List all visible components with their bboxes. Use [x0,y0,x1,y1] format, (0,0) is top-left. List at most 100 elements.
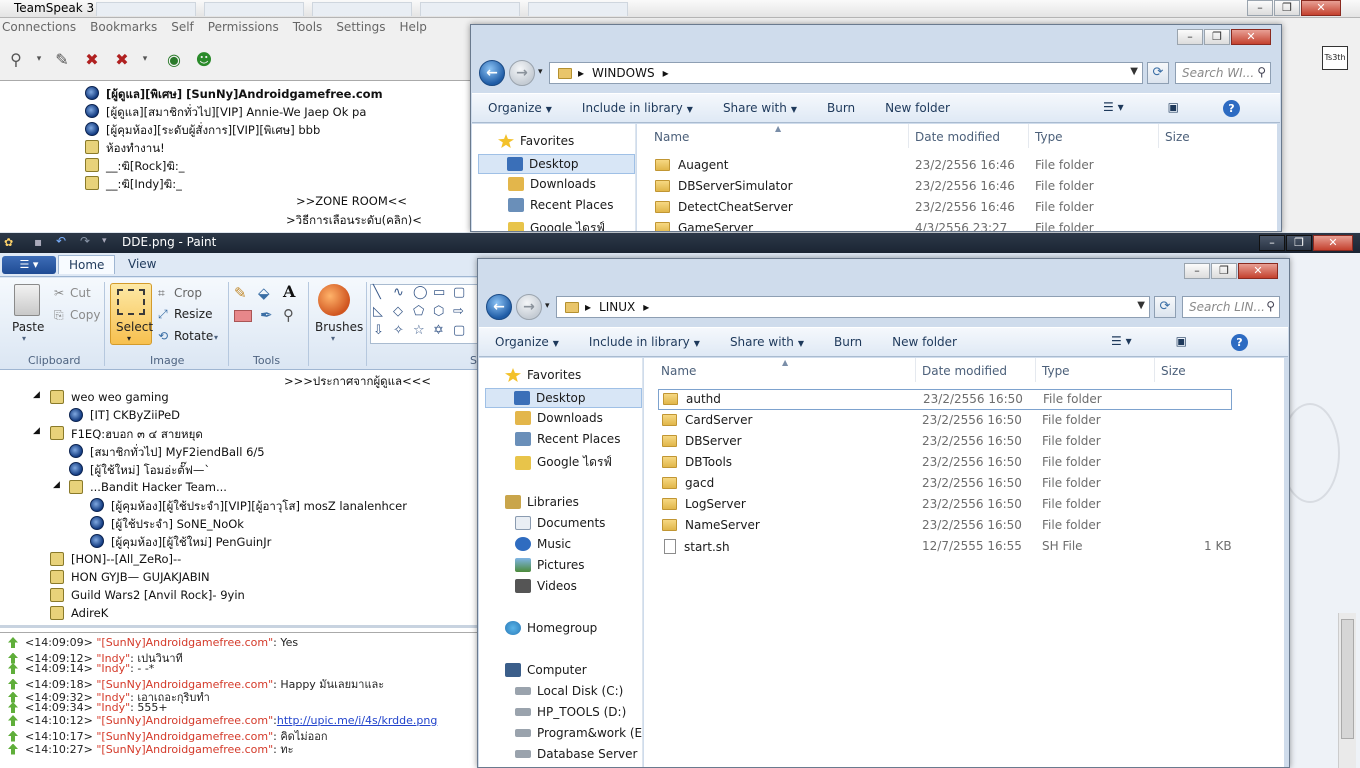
eraser-icon[interactable] [234,310,252,322]
organize-button[interactable]: Organize ▼ [488,101,552,115]
tree-item[interactable]: __:ฆิ[Rock]ฆิ:_ [106,158,185,176]
rotate-dropdown-icon[interactable]: ▾ [214,333,218,342]
tree-item[interactable]: weo weo gaming [71,390,169,404]
line-shape-icon[interactable]: ╲ [373,285,381,300]
paint-file-menu-button[interactable]: ☰ ▾ [2,256,56,274]
color-picker-icon[interactable]: ✒ [260,306,273,324]
star4-shape-icon[interactable]: ✧ [393,323,404,338]
table-row[interactable]: CardServer 23/2/2556 16:50 File folder [644,410,1284,431]
nav-item-database-server[interactable]: Database Server all p [515,747,642,761]
close-icon[interactable]: ✕ [1231,29,1271,45]
scrollbar-thumb[interactable] [1341,619,1354,739]
redo-icon[interactable]: ↷ [80,234,90,248]
share-with-button[interactable]: Share with ▼ [723,101,797,115]
burn-button[interactable]: Burn [827,101,855,115]
maximize-icon[interactable]: ❐ [1274,0,1300,16]
quick-access-save-icon[interactable]: ▪ [34,235,42,249]
column-type[interactable]: Type [1035,130,1063,144]
nav-item-music[interactable]: Music [515,537,571,551]
column-name[interactable]: Name [661,364,696,378]
connect-dropdown-icon[interactable]: ▾ [34,47,44,71]
tree-item[interactable]: __:ฆิ[Indy]ฆิ:_ [106,176,182,194]
nav-item-videos[interactable]: Videos [515,579,577,593]
tab-view[interactable]: View [128,257,156,271]
search-icon[interactable]: ⚲ [1266,299,1275,313]
pencil-icon[interactable]: ✎ [234,284,247,302]
nav-item-local-disk-c[interactable]: Local Disk (C:) [515,684,623,698]
table-row[interactable]: DBServerSimulator 23/2/2556 16:46 File f… [637,176,1277,197]
brushes-icon[interactable] [318,284,350,316]
search-icon[interactable]: ⚲ [1257,65,1266,79]
include-in-library-button[interactable]: Include in library ▼ [589,335,700,349]
tree-item[interactable]: [ผู้ใช้ใหม่] โอมอ่ะตั๊ฟ—` [90,462,210,480]
column-date-modified[interactable]: Date modified [915,130,1000,144]
preview-pane-icon[interactable]: ▣ [1176,334,1187,351]
minimize-icon[interactable]: – [1184,263,1210,279]
search-input[interactable]: Search LIN... ⚲ [1182,296,1280,318]
address-bar[interactable]: ▸ LINUX ▸ ▼ [556,296,1150,318]
refresh-button[interactable]: ⟳ [1147,62,1169,84]
star5-shape-icon[interactable]: ☆ [413,323,425,338]
callout-shape-icon[interactable]: ▢ [453,323,465,338]
collapse-arrow-icon[interactable]: ◢ [53,480,60,490]
minimize-icon[interactable]: – [1177,29,1203,45]
menu-tools[interactable]: Tools [293,20,323,38]
arrow-down-shape-icon[interactable]: ⇩ [373,323,384,338]
nav-item-favorites[interactable]: Favorites [498,134,574,148]
away-dropdown-icon[interactable]: ▾ [140,47,150,71]
table-row[interactable]: DBServer 23/2/2556 16:50 File folder [644,431,1284,452]
nav-item-pictures[interactable]: Pictures [515,558,585,572]
nav-item-homegroup[interactable]: Homegroup [505,621,597,635]
nav-item-recent-places[interactable]: Recent Places [508,198,613,212]
triangle-shape-icon[interactable]: ◺ [373,304,383,319]
path-segment[interactable]: WINDOWS [592,66,655,80]
undo-icon[interactable]: ↶ [56,234,66,248]
minimize-icon[interactable]: – [1259,235,1285,251]
path-segment[interactable]: LINUX [599,300,635,314]
chevron-down-icon[interactable]: ▼ [1130,66,1138,77]
table-row[interactable]: authd 23/2/2556 16:50 File folder [658,389,1232,410]
chevron-right-icon[interactable]: ▸ [663,66,669,80]
new-folder-button[interactable]: New folder [885,101,950,115]
tab-home[interactable]: Home [58,255,116,274]
close-icon[interactable]: ✕ [1238,263,1278,279]
rounded-rectangle-shape-icon[interactable]: ▢ [453,285,465,300]
choose-level-channel[interactable]: >วิธีการเลือนระดับ(คลิก)< [286,212,422,230]
nav-item-google-drive[interactable]: Google ไดรฟ์ [508,219,605,231]
capture-icon[interactable]: ◉ [162,47,186,71]
minimize-icon[interactable]: – [1247,0,1273,16]
nav-item-libraries[interactable]: Libraries [505,495,579,509]
menu-help[interactable]: Help [400,20,427,38]
column-type[interactable]: Type [1042,364,1070,378]
brushes-button[interactable]: Brushes [315,320,363,334]
nav-item-google-drive[interactable]: Google ไดรฟ์ [515,453,612,472]
tree-item[interactable]: Guild Wars2 [Anvil Rock]- 9yin [71,588,245,602]
diamond-shape-icon[interactable]: ◇ [393,304,403,319]
tree-item[interactable]: [ผู้คุมห้อง][ระดับผู้สั่งการ][VIP][พิเศษ… [106,122,320,140]
column-date-modified[interactable]: Date modified [922,364,1007,378]
menu-permissions[interactable]: Permissions [208,20,279,38]
nav-item-hp-tools-d[interactable]: HP_TOOLS (D:) [515,705,626,719]
chevron-down-icon[interactable]: ▼ [1137,300,1145,311]
tree-item[interactable]: [ผู้คุมห้อง][ผู้ใช้ประจำ][VIP][ผู้อาวุโส… [111,498,407,516]
forward-button[interactable]: → [509,60,535,86]
chevron-right-icon[interactable]: ▸ [578,66,584,80]
cut-button[interactable]: Cut [70,286,91,300]
table-row[interactable]: LogServer 23/2/2556 16:50 File folder [644,494,1284,515]
table-row[interactable]: NameServer 23/2/2556 16:50 File folder [644,515,1284,536]
tree-item[interactable]: ห้องทำงาน! [106,140,165,158]
nav-item-favorites[interactable]: Favorites [505,368,581,382]
table-row[interactable]: gacd 23/2/2556 16:50 File folder [644,473,1284,494]
nav-item-downloads[interactable]: Downloads [515,411,603,425]
oval-shape-icon[interactable]: ◯ [413,285,428,300]
tree-item[interactable]: [ผู้คุมห้อง][ผู้ใช้ใหม่] PenGuinJr [111,534,271,552]
paste-button[interactable]: Paste [12,320,44,334]
paste-icon[interactable] [14,284,40,316]
rotate-icon[interactable]: ⟲ [158,329,168,343]
forward-button[interactable]: → [516,294,542,320]
table-row[interactable]: start.sh 12/7/2555 16:55 SH File 1 KB [644,536,1284,557]
connect-icon[interactable]: ⚲ [4,47,28,71]
teamspeak-titlebar[interactable]: TeamSpeak 3 – ❐ ✕ [0,0,1360,18]
mute-speakers-icon[interactable]: ✖ [110,47,134,71]
nav-item-program-work-e[interactable]: Program&work (E:) [515,726,642,740]
